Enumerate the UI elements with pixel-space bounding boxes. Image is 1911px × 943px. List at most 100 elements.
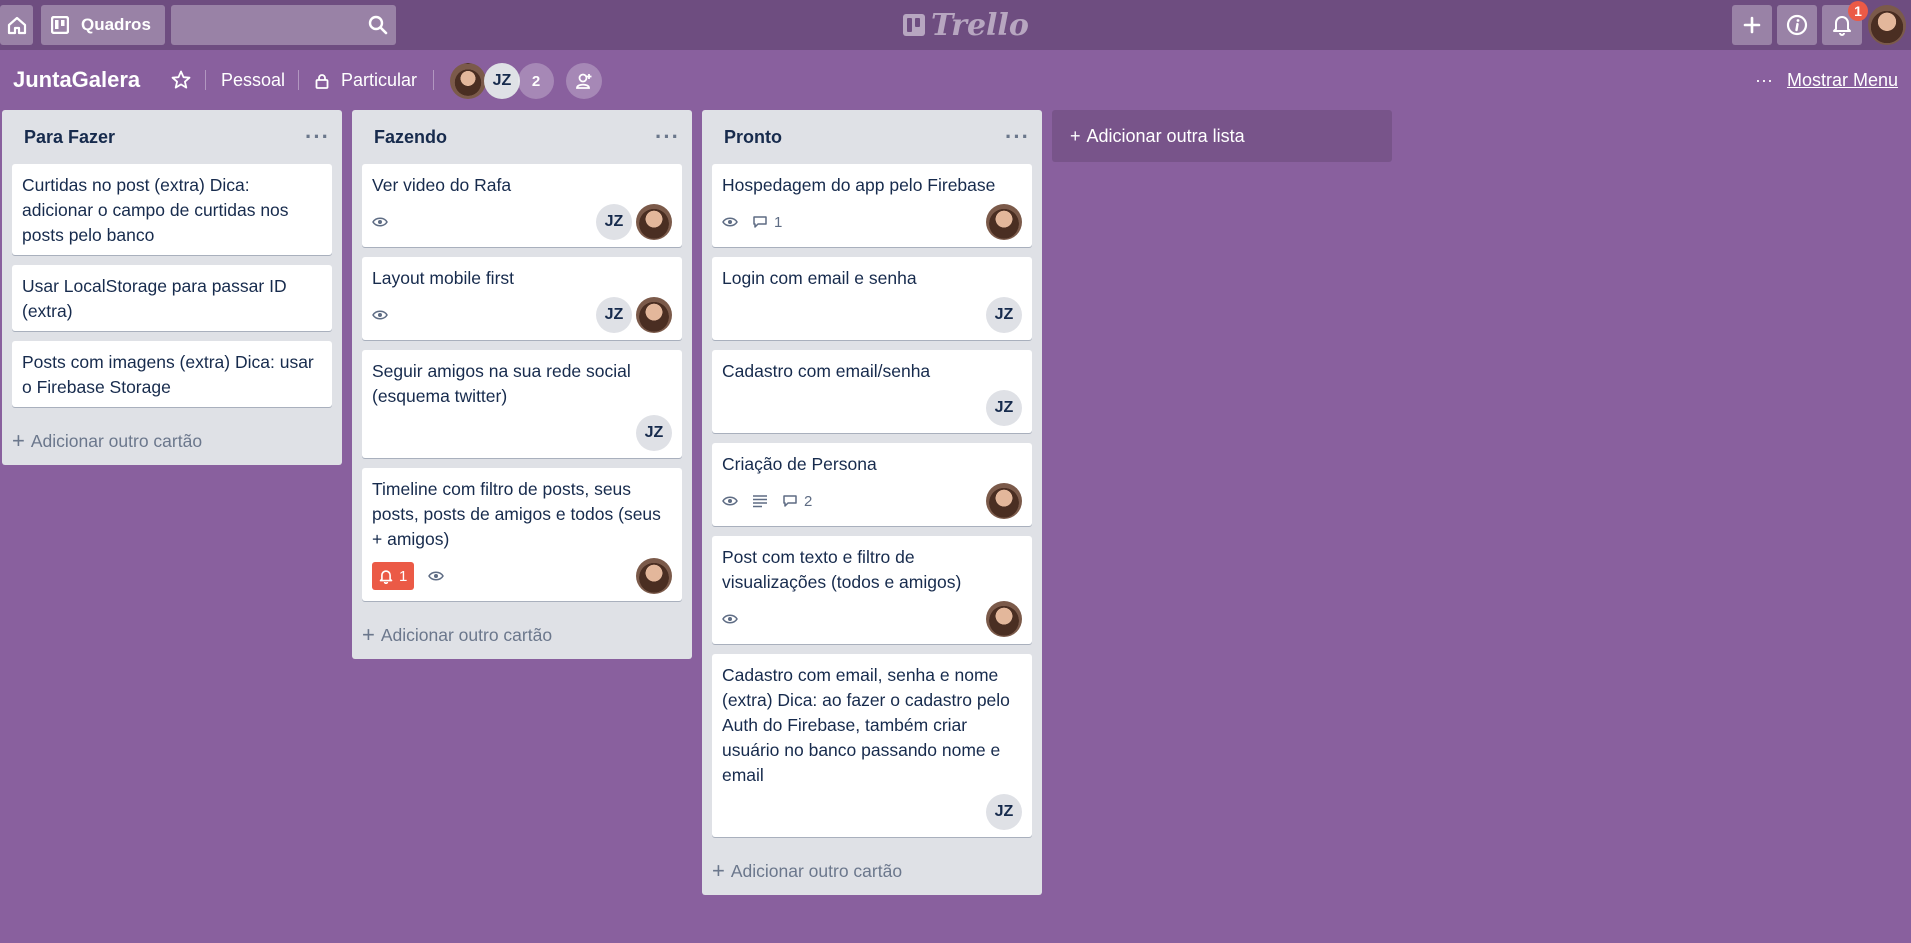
member-avatar-initials[interactable]: JZ: [986, 794, 1022, 830]
list-menu-icon[interactable]: ···: [655, 124, 682, 150]
board-title[interactable]: JuntaGalera: [13, 67, 140, 93]
card-title: Ver video do Rafa: [372, 175, 512, 195]
card-badges: [722, 601, 1022, 637]
card-members: [986, 204, 1022, 240]
user-avatar[interactable]: [1868, 5, 1906, 45]
comment-icon: [753, 216, 767, 228]
info-icon: [1786, 14, 1808, 36]
home-icon: [7, 16, 26, 35]
card-members: JZ: [986, 794, 1022, 830]
boards-button[interactable]: Quadros: [41, 5, 165, 45]
eye-icon: [428, 571, 445, 581]
add-card-label: Adicionar outro cartão: [380, 624, 553, 645]
member-avatar[interactable]: [636, 558, 672, 594]
eye-icon: [722, 217, 738, 227]
member-avatar[interactable]: [986, 483, 1022, 519]
plus-icon: [1743, 16, 1761, 34]
card-title: Curtidas no post (extra) Dica: adicionar…: [22, 175, 289, 245]
list-title[interactable]: Para Fazer: [24, 127, 115, 148]
card-title: Cadastro com email, senha e nome (extra)…: [722, 665, 1010, 785]
comment-icon: [783, 495, 797, 507]
add-list-label: Adicionar outra lista: [1086, 125, 1245, 146]
member-avatar[interactable]: [986, 601, 1022, 637]
member-avatar[interactable]: [986, 204, 1022, 240]
card[interactable]: Timeline com filtro de posts, seus posts…: [362, 468, 682, 601]
visibility-button[interactable]: Particular: [315, 70, 417, 91]
card-badges: 2: [722, 483, 1022, 519]
card-members: [986, 483, 1022, 519]
card-title: Usar LocalStorage para passar ID (extra): [22, 276, 287, 321]
watching-badge: [722, 495, 738, 507]
description-icon: [753, 495, 767, 508]
card[interactable]: Ver video do Rafa JZ: [362, 164, 682, 247]
watching-badge: [372, 309, 388, 321]
card[interactable]: Layout mobile first JZ: [362, 257, 682, 340]
eye-icon: [372, 217, 388, 227]
member-avatar-initials[interactable]: JZ: [636, 415, 672, 451]
visibility-label: Particular: [341, 70, 418, 90]
comment-count: 2: [804, 492, 813, 510]
watching-badge: [722, 216, 738, 228]
member-avatar-initials[interactable]: JZ: [484, 63, 520, 99]
list-para-fazer: Para Fazer ··· Curtidas no post (extra) …: [2, 110, 342, 465]
top-header: Quadros Trello 1: [0, 0, 1911, 50]
add-card-button[interactable]: + Adicionar outro cartão: [362, 611, 682, 659]
search-input[interactable]: [171, 5, 361, 45]
card-members: JZ: [636, 415, 672, 451]
card-badges: JZ: [722, 297, 1022, 333]
watching-badge: [372, 216, 388, 228]
list-title[interactable]: Fazendo: [374, 127, 447, 148]
card[interactable]: Cadastro com email/senha JZ: [712, 350, 1032, 433]
header-divider: [205, 70, 206, 90]
team-button[interactable]: Pessoal: [221, 70, 285, 91]
comment-count: 1: [774, 213, 783, 231]
card[interactable]: Seguir amigos na sua rede social (esquem…: [362, 350, 682, 458]
show-menu-button[interactable]: ··· Mostrar Menu: [1755, 70, 1898, 91]
card[interactable]: Usar LocalStorage para passar ID (extra): [12, 265, 332, 331]
member-avatar-initials[interactable]: JZ: [986, 390, 1022, 426]
list-title[interactable]: Pronto: [724, 127, 782, 148]
member-avatar-initials[interactable]: JZ: [596, 204, 632, 240]
create-button[interactable]: [1732, 5, 1772, 45]
plus-icon: +: [362, 622, 375, 647]
card[interactable]: Hospedagem do app pelo Firebase 1: [712, 164, 1032, 247]
extra-members-count[interactable]: 2: [518, 63, 554, 99]
list-menu-icon[interactable]: ···: [305, 124, 332, 150]
info-button[interactable]: [1777, 5, 1817, 45]
card[interactable]: Cadastro com email, senha e nome (extra)…: [712, 654, 1032, 837]
add-card-button[interactable]: + Adicionar outro cartão: [12, 417, 332, 465]
eye-icon: [722, 614, 738, 624]
bell-icon: [1833, 16, 1851, 36]
notification-count: 1: [399, 567, 408, 585]
trello-logo-icon: [903, 14, 925, 36]
search-icon[interactable]: [368, 15, 388, 35]
member-avatar-initials[interactable]: JZ: [986, 297, 1022, 333]
card[interactable]: Criação de Persona 2: [712, 443, 1032, 526]
description-badge: [752, 494, 768, 508]
comments-badge: 1: [752, 214, 782, 231]
trello-logo[interactable]: Trello: [903, 8, 1029, 43]
card[interactable]: Post com texto e filtro de visualizações…: [712, 536, 1032, 644]
home-button[interactable]: [0, 5, 33, 45]
board-members: JZ 2: [450, 63, 554, 99]
card-members: JZ: [596, 297, 672, 333]
member-avatar[interactable]: [636, 204, 672, 240]
header-divider: [298, 70, 299, 90]
card[interactable]: Curtidas no post (extra) Dica: adicionar…: [12, 164, 332, 255]
member-avatar[interactable]: [450, 63, 486, 99]
plus-icon: +: [712, 858, 725, 883]
card-members: JZ: [986, 390, 1022, 426]
member-avatar-initials[interactable]: JZ: [596, 297, 632, 333]
add-card-button[interactable]: + Adicionar outro cartão: [712, 847, 1032, 895]
notification-badge: 1: [1848, 1, 1868, 21]
lock-icon: [315, 73, 329, 89]
list-menu-icon[interactable]: ···: [1005, 124, 1032, 150]
card-title: Post com texto e filtro de visualizações…: [722, 547, 962, 592]
add-list-button[interactable]: + Adicionar outra lista: [1052, 110, 1392, 162]
star-icon[interactable]: [170, 69, 192, 91]
card[interactable]: Posts com imagens (extra) Dica: usar o F…: [12, 341, 332, 407]
member-avatar[interactable]: [636, 297, 672, 333]
eye-icon: [372, 310, 388, 320]
card[interactable]: Login com email e senha JZ: [712, 257, 1032, 340]
invite-button[interactable]: [566, 63, 602, 99]
